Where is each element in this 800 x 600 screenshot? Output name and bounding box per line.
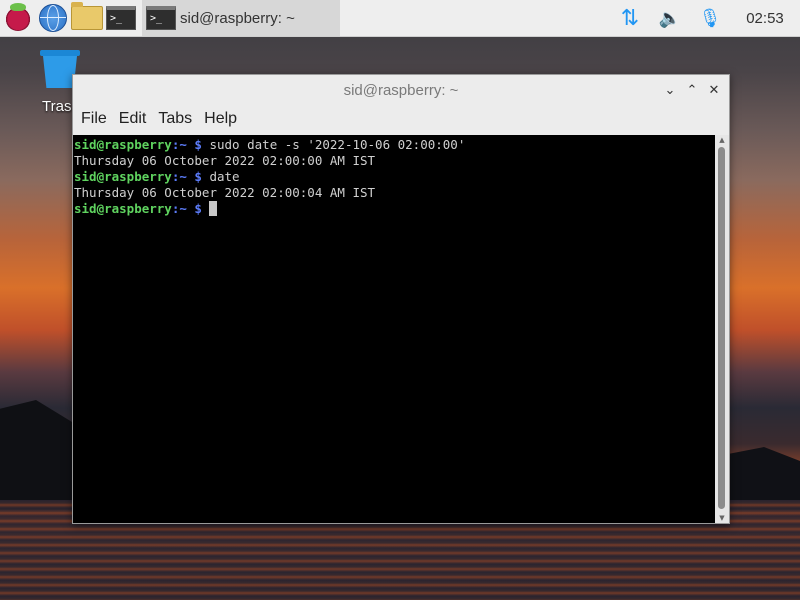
minimize-button[interactable]: ⌄ [659, 83, 681, 98]
terminal-line: Thursday 06 October 2022 02:00:00 AM IST [73, 153, 715, 169]
close-button[interactable]: ✕ [703, 83, 725, 98]
terminal-window: sid@raspberry: ~ ⌄ ⌃ ✕ File Edit Tabs He… [72, 74, 730, 524]
menu-tabs[interactable]: Tabs [152, 110, 198, 128]
prompt-path: :~ [171, 137, 187, 152]
menu-bar: File Edit Tabs Help [73, 105, 729, 133]
microphone-icon[interactable]: 🎙 [690, 0, 730, 36]
terminal-line: sid@raspberry:~ $ date [73, 169, 715, 185]
clock[interactable]: 02:53 [730, 10, 800, 27]
menu-file[interactable]: File [75, 110, 113, 128]
folder-icon [71, 2, 103, 30]
prompt-user: sid@raspberry [74, 137, 172, 152]
text-cursor [209, 201, 218, 216]
terminal-scrollbar[interactable]: ▲ ▼ [715, 135, 729, 523]
prompt-user: sid@raspberry [74, 201, 172, 216]
scroll-up-arrow-icon[interactable]: ▲ [715, 135, 729, 145]
trash-label: Tras [42, 98, 72, 115]
command-text: sudo date -s '2022-10-06 02:00:00' [209, 137, 466, 152]
terminal-icon: >_ [146, 6, 176, 30]
speaker-icon[interactable]: 🔈 [650, 0, 690, 36]
terminal-line: Thursday 06 October 2022 02:00:04 AM IST [73, 185, 715, 201]
prompt-path: :~ [171, 169, 187, 184]
terminal-line: sid@raspberry:~ $ [73, 201, 715, 217]
terminal-line: sid@raspberry:~ $ sudo date -s '2022-10-… [73, 137, 715, 153]
window-title: sid@raspberry: ~ [343, 81, 459, 99]
file-manager-launcher[interactable] [70, 0, 104, 36]
raspberry-pi-icon [5, 3, 31, 31]
taskbar-window-button[interactable]: >_ sid@raspberry: ~ [142, 0, 340, 36]
prompt-symbol: $ [186, 201, 210, 216]
browser-launcher[interactable] [36, 0, 70, 36]
terminal-output[interactable]: sid@raspberry:~ $ sudo date -s '2022-10-… [73, 135, 715, 523]
prompt-path: :~ [171, 201, 187, 216]
scrollbar-thumb[interactable] [718, 147, 725, 509]
menu-edit[interactable]: Edit [113, 110, 153, 128]
prompt-user: sid@raspberry [74, 169, 172, 184]
command-text: date [209, 169, 240, 184]
main-menu-button[interactable] [0, 0, 36, 36]
window-titlebar[interactable]: sid@raspberry: ~ ⌄ ⌃ ✕ [73, 75, 729, 105]
output-text: Thursday 06 October 2022 02:00:00 AM IST [74, 153, 376, 168]
system-tray: ⇅ 🔈 🎙 02:53 [610, 0, 800, 36]
terminal-icon: >_ [106, 6, 136, 30]
menu-help[interactable]: Help [198, 110, 243, 128]
network-arrows-icon[interactable]: ⇅ [610, 0, 650, 36]
scroll-down-arrow-icon[interactable]: ▼ [715, 513, 729, 523]
terminal-launcher[interactable]: >_ [104, 0, 138, 36]
window-controls: ⌄ ⌃ ✕ [659, 75, 725, 105]
prompt-symbol: $ [186, 169, 210, 184]
taskbar-window-label: sid@raspberry: ~ [180, 9, 295, 27]
globe-icon [39, 4, 67, 32]
top-panel: >_ >_ sid@raspberry: ~ ⇅ 🔈 🎙 02:53 [0, 0, 800, 37]
prompt-symbol: $ [186, 137, 210, 152]
output-text: Thursday 06 October 2022 02:00:04 AM IST [74, 185, 376, 200]
maximize-button[interactable]: ⌃ [681, 83, 703, 98]
